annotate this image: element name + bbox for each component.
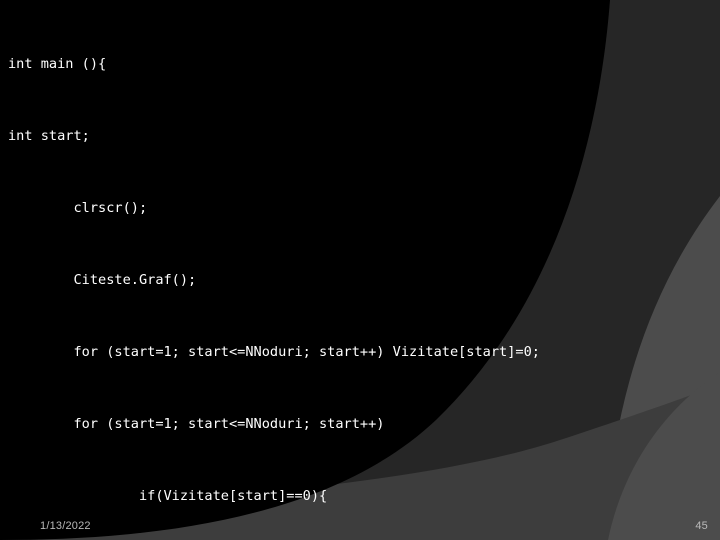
code-line: int start; (8, 128, 90, 144)
footer-date: 1/13/2022 (40, 520, 91, 532)
code-line: Citeste.Graf(); (8, 272, 197, 288)
code-line: int main (){ (8, 56, 107, 72)
footer-page-number: 45 (695, 520, 708, 532)
slide-footer: 1/13/2022 45 (0, 500, 720, 540)
code-listing: int main (){ int start; clrscr(); Citest… (0, 0, 720, 540)
code-line: for (start=1; start<=NNoduri; start++) (8, 416, 385, 432)
slide-canvas: int main (){ int start; clrscr(); Citest… (0, 0, 720, 540)
code-line: for (start=1; start<=NNoduri; start++) V… (8, 344, 540, 360)
code-line: clrscr(); (8, 200, 148, 216)
